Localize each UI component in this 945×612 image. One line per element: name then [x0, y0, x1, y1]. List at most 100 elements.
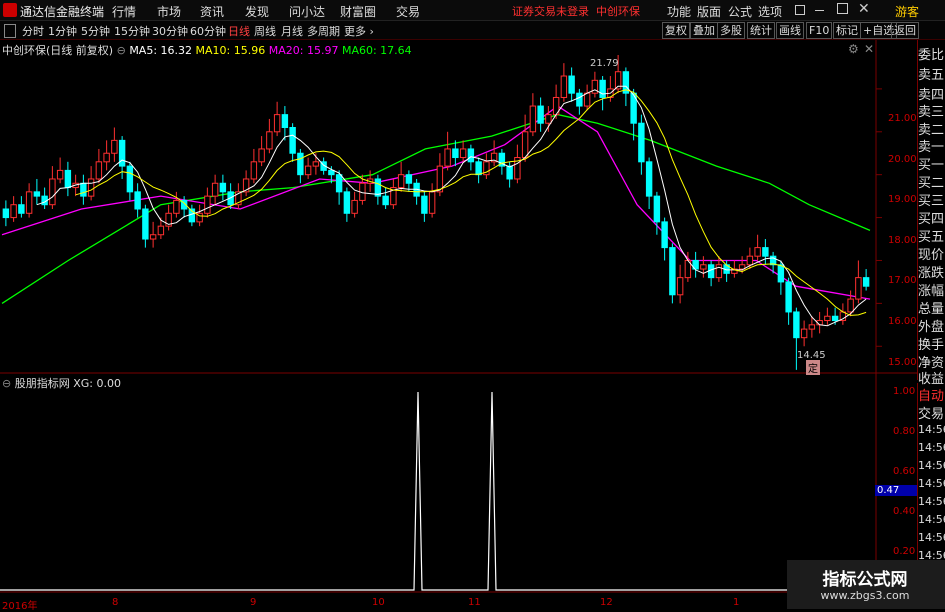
price-tick: 18.00 — [888, 235, 917, 246]
candle-body — [793, 311, 800, 339]
xg-value: XG: 0.00 — [73, 377, 121, 390]
quote-label: 卖一 — [918, 140, 945, 155]
indicator-name: 股朋指标网 — [14, 377, 70, 390]
candle-body — [10, 204, 17, 219]
date-label: 12 — [600, 597, 613, 608]
candle-body — [754, 247, 761, 257]
candle-body — [149, 234, 157, 240]
candle-body — [808, 324, 816, 330]
candle-body — [824, 315, 831, 322]
ma10-polyline — [75, 89, 867, 316]
candle-body — [142, 208, 149, 240]
close-chart-icon[interactable]: ✕ — [864, 42, 874, 56]
watermark-title: 指标公式网 — [822, 570, 908, 590]
candle-body — [638, 122, 645, 163]
candle-body — [95, 161, 103, 180]
indicator-header: ⊖ 股朋指标网 XG: 0.00 — [2, 377, 121, 390]
quote-label: 换手 — [918, 338, 945, 353]
quote-label: 涨跌 — [918, 266, 945, 281]
candle-body — [250, 161, 258, 180]
candle-body — [2, 208, 10, 219]
candle-body — [847, 298, 854, 313]
candle-body — [80, 182, 87, 197]
candle-body — [281, 114, 289, 128]
kline-chart[interactable] — [0, 0, 945, 609]
candle-body — [266, 131, 273, 150]
candle-body — [258, 148, 265, 163]
candle-body — [746, 255, 754, 266]
ma60-polyline — [1, 113, 871, 304]
date-label: 10 — [372, 597, 385, 608]
candle-body — [831, 315, 839, 322]
candle-body — [669, 247, 676, 296]
candle-body — [18, 204, 25, 214]
candle-body — [87, 178, 95, 197]
settings-icon[interactable]: ⚙ — [848, 42, 859, 56]
price-tick: 16.00 — [888, 316, 917, 327]
quote-label: 现价 — [918, 248, 945, 263]
candle-body — [467, 148, 475, 163]
candle-body — [219, 182, 227, 193]
price-tick: 19.00 — [888, 194, 917, 205]
chart-header: 中创环保(日线 前复权) ⊖ MA5: 16.32 MA10: 15.96 MA… — [2, 44, 412, 57]
quote-label: 买二 — [918, 176, 945, 191]
trade-time: 14:56 — [918, 459, 945, 472]
candle-body — [204, 195, 211, 214]
candle-body — [676, 277, 684, 296]
high-price-label: 21.79 — [590, 58, 619, 69]
candle-body — [397, 174, 405, 189]
quote-label: 卖三 — [918, 105, 945, 120]
candle-body — [583, 92, 591, 107]
trade-time: 14:56 — [918, 441, 945, 454]
sub-tick: 0.80 — [893, 426, 916, 437]
ma60-value: MA60: 17.64 — [341, 44, 412, 57]
candlestick-series — [2, 55, 870, 370]
candle-body — [33, 191, 41, 197]
candle-body — [111, 139, 118, 154]
candle-body — [211, 182, 219, 197]
ma5-value: MA5: 16.32 — [129, 44, 193, 57]
candle-body — [568, 75, 575, 94]
date-label: 2016年 — [2, 601, 38, 612]
candle-body — [529, 105, 537, 133]
candle-body — [126, 165, 134, 193]
candle-body — [800, 328, 808, 339]
candle-body — [64, 169, 72, 189]
candle-body — [661, 221, 668, 249]
candle-body — [506, 165, 513, 180]
candle-body — [428, 191, 436, 214]
candle-body — [599, 79, 606, 98]
date-label: 11 — [468, 597, 481, 608]
date-label: 9 — [250, 597, 257, 608]
candle-body — [343, 191, 351, 214]
candle-body — [304, 165, 312, 176]
date-label: 1 — [733, 597, 740, 608]
candle-body — [405, 174, 413, 184]
trade-time: 14:56 — [918, 495, 945, 508]
trade-label: 交易 — [918, 407, 945, 422]
sub-tick: 0.40 — [893, 506, 916, 517]
stock-title: 中创环保(日线 前复权) — [2, 44, 114, 57]
candle-body — [545, 114, 552, 124]
candle-body — [25, 191, 33, 214]
quote-label: 买五 — [918, 230, 945, 245]
indicator-chart — [0, 391, 876, 591]
sub-tick: 0.60 — [893, 466, 916, 477]
quote-label: 外盘 — [918, 320, 945, 335]
sub-tick: 0.20 — [893, 546, 916, 557]
candle-body — [351, 199, 358, 214]
candle-body — [273, 114, 281, 133]
quote-label: 委比 — [918, 48, 945, 63]
trade-time: 14:56 — [918, 423, 945, 436]
candle-body — [297, 152, 304, 176]
candle-body — [157, 225, 165, 236]
ma5-polyline — [36, 85, 867, 327]
quote-label: 买一 — [918, 158, 945, 173]
xg-signal-line — [0, 391, 876, 591]
trade-time: 14:56 — [918, 477, 945, 490]
auto-trade-label[interactable]: 自动 — [918, 385, 944, 404]
candle-body — [382, 195, 389, 206]
candle-body — [560, 75, 568, 98]
trade-time: 14:56 — [918, 513, 945, 526]
candle-body — [475, 161, 482, 176]
